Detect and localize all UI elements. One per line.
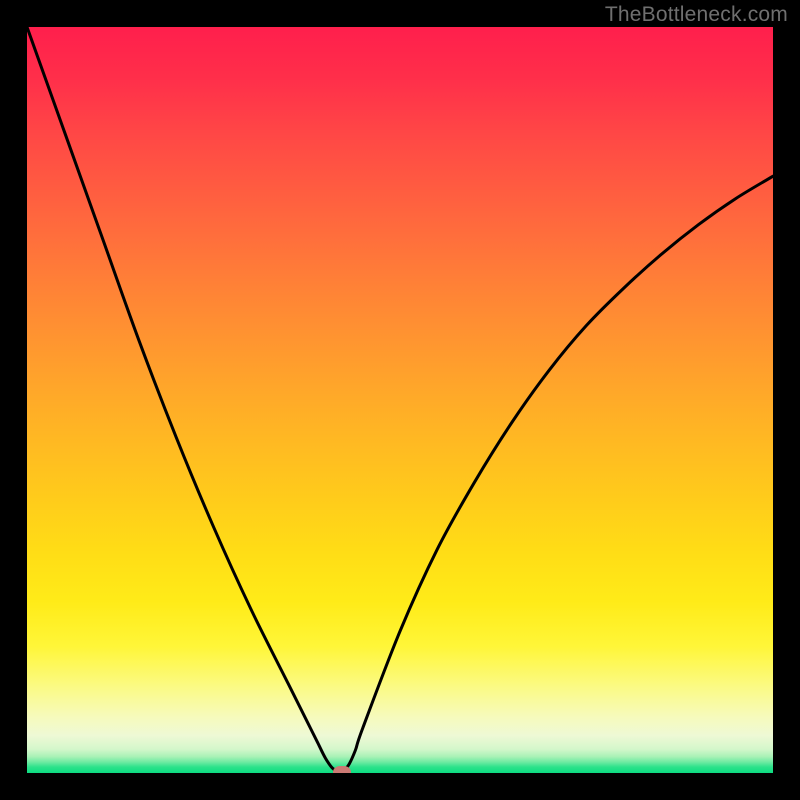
- plot-area: [27, 27, 773, 773]
- curve-layer: [27, 27, 773, 773]
- optimum-marker: [333, 766, 351, 774]
- bottleneck-curve-path: [27, 27, 773, 772]
- watermark-text: TheBottleneck.com: [605, 3, 788, 27]
- chart-frame: TheBottleneck.com: [0, 0, 800, 800]
